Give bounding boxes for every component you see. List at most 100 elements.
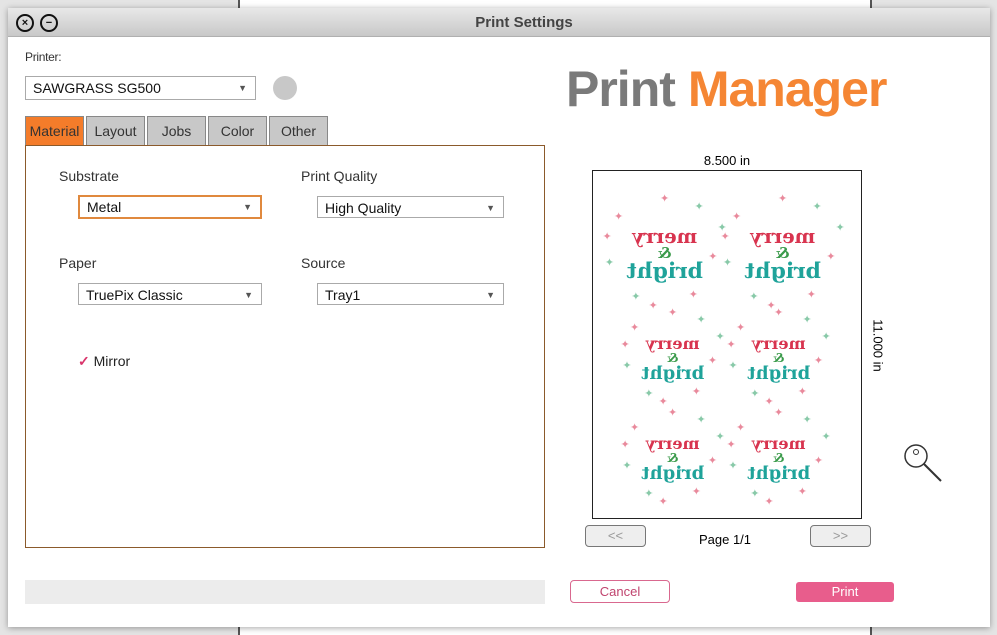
sparkle-icon: ✦	[835, 222, 845, 234]
page-preview: ✦ ✦ ✦ ✦ ✦ ✦ ✦ ✦ ✦ ✦ merry & bright ✦ ✦ ✦ ✦ ✦ ✦ ✦ ✦ ✦ ✦ merry & br…	[592, 170, 862, 519]
sparkle-icon: ✦	[802, 313, 812, 326]
sparkle-icon: ✦	[630, 421, 640, 434]
sparkle-icon: ✦	[778, 193, 788, 206]
sparkle-icon: ✦	[715, 331, 725, 343]
sparkle-icon: ✦	[726, 338, 736, 351]
zoom-magnifier-icon[interactable]	[903, 443, 942, 482]
chevron-down-icon: ▼	[244, 290, 253, 300]
cancel-button[interactable]: Cancel	[570, 580, 670, 603]
sparkle-icon: ✦	[691, 386, 701, 399]
page-indicator: Page 1/1	[698, 532, 752, 547]
sparkle-icon: ✦	[696, 313, 706, 326]
material-panel: Substrate Metal ▼ Print Quality High Qual…	[25, 145, 545, 548]
mirror-label: Mirror	[93, 353, 131, 369]
sparkle-icon: ✦	[602, 231, 612, 244]
sparkle-icon: ✦	[764, 495, 774, 508]
chevron-down-icon: ▼	[238, 83, 247, 93]
print-quality-select[interactable]: High Quality ▼	[317, 196, 504, 218]
sparkle-icon: ✦	[660, 193, 670, 206]
sparkle-icon: ✦	[644, 488, 654, 500]
print-quality-value: High Quality	[325, 200, 402, 216]
printer-select[interactable]: SAWGRASS SG500 ▼	[25, 76, 256, 100]
print-button[interactable]: Print	[796, 582, 894, 602]
tab-jobs[interactable]: Jobs	[147, 116, 206, 145]
sparkle-icon: ✦	[694, 201, 704, 214]
title-bar: × − Print Settings	[8, 8, 990, 37]
artwork-design: ✦ ✦ ✦ ✦ ✦ ✦ ✦ ✦ ✦ ✦ merry & bright	[621, 407, 725, 507]
mirror-checkbox[interactable]: ✓ Mirror	[78, 353, 130, 370]
paper-select[interactable]: TruePix Classic ▼	[78, 283, 262, 305]
sparkle-icon: ✦	[613, 210, 624, 223]
sparkle-icon: ✦	[802, 413, 812, 426]
sparkle-icon: ✦	[750, 388, 760, 400]
sparkle-icon: ✦	[731, 210, 742, 223]
artwork-design: ✦ ✦ ✦ ✦ ✦ ✦ ✦ ✦ ✦ ✦ merry & bright	[621, 307, 725, 407]
sparkle-icon: ✦	[812, 201, 822, 214]
source-label: Source	[301, 255, 346, 271]
sparkle-icon: ✦	[736, 321, 746, 334]
sparkle-icon: ✦	[658, 395, 668, 408]
sparkle-icon: ✦	[696, 413, 706, 426]
progress-bar	[25, 580, 545, 604]
sparkle-icon: ✦	[726, 438, 736, 451]
logo-part1: Print	[566, 61, 676, 117]
tab-color[interactable]: Color	[208, 116, 267, 145]
source-value: Tray1	[325, 287, 361, 303]
sparkle-icon: ✦	[630, 321, 640, 334]
chevron-down-icon: ▼	[243, 202, 252, 212]
sparkle-icon: ✦	[644, 388, 654, 400]
artwork-text: bright	[641, 362, 705, 384]
sparkle-icon: ✦	[691, 486, 701, 499]
tab-other[interactable]: Other	[269, 116, 328, 145]
artwork-text: bright	[626, 258, 704, 285]
artwork-text: bright	[744, 258, 822, 285]
window-title: Print Settings	[475, 14, 573, 31]
sparkle-icon: ✦	[774, 407, 784, 420]
sparkle-icon: ✦	[648, 300, 658, 313]
chevron-down-icon: ▼	[486, 203, 495, 213]
tab-layout[interactable]: Layout	[86, 116, 145, 145]
sparkle-icon: ✦	[720, 231, 730, 244]
sparkle-icon: ✦	[749, 291, 759, 303]
paper-label: Paper	[59, 255, 97, 271]
artwork-design: ✦ ✦ ✦ ✦ ✦ ✦ ✦ ✦ ✦ ✦ merry & bright	[721, 193, 845, 312]
print-settings-dialog: × − Print Settings Printer: SAWGRASS SG5…	[8, 8, 990, 627]
printer-status-indicator	[273, 76, 297, 100]
sparkle-icon: ✦	[764, 395, 774, 408]
artwork-design: ✦ ✦ ✦ ✦ ✦ ✦ ✦ ✦ ✦ ✦ merry & bright	[727, 407, 831, 507]
sparkle-icon: ✦	[806, 288, 816, 301]
print-manager-logo: Print Manager	[566, 60, 888, 118]
print-quality-label: Print Quality	[301, 168, 378, 184]
source-select[interactable]: Tray1 ▼	[317, 283, 504, 305]
tab-material[interactable]: Material	[25, 116, 84, 145]
next-page-button[interactable]: >>	[810, 525, 871, 547]
sparkle-icon: ✦	[736, 421, 746, 434]
sparkle-icon: ✦	[821, 431, 831, 443]
artwork-text: bright	[641, 462, 705, 484]
sparkle-icon: ✦	[668, 407, 678, 420]
printer-value: SAWGRASS SG500	[33, 80, 161, 96]
height-label: 11.000 in	[870, 319, 886, 372]
sparkle-icon: ✦	[821, 331, 831, 343]
substrate-select[interactable]: Metal ▼	[78, 195, 262, 219]
sparkle-icon: ✦	[620, 438, 630, 451]
artwork-design: ✦ ✦ ✦ ✦ ✦ ✦ ✦ ✦ ✦ ✦ merry & bright	[727, 307, 831, 407]
sparkle-icon: ✦	[797, 486, 807, 499]
substrate-label: Substrate	[59, 168, 119, 184]
checkmark-icon: ✓	[78, 353, 90, 369]
sparkle-icon: ✦	[631, 291, 641, 303]
chevron-down-icon: ▼	[486, 290, 495, 300]
artwork-text: bright	[747, 462, 811, 484]
sparkle-icon: ✦	[688, 288, 698, 301]
sparkle-icon: ✦	[620, 338, 630, 351]
paper-value: TruePix Classic	[86, 287, 183, 303]
prev-page-button[interactable]: <<	[585, 525, 646, 547]
artwork-text: bright	[747, 362, 811, 384]
printer-label: Printer:	[25, 50, 62, 64]
logo-part2: Manager	[687, 61, 888, 117]
sparkle-icon: ✦	[774, 307, 784, 320]
sparkle-icon: ✦	[750, 488, 760, 500]
substrate-value: Metal	[87, 199, 122, 215]
sparkle-icon: ✦	[668, 307, 678, 320]
sparkle-icon: ✦	[715, 431, 725, 443]
